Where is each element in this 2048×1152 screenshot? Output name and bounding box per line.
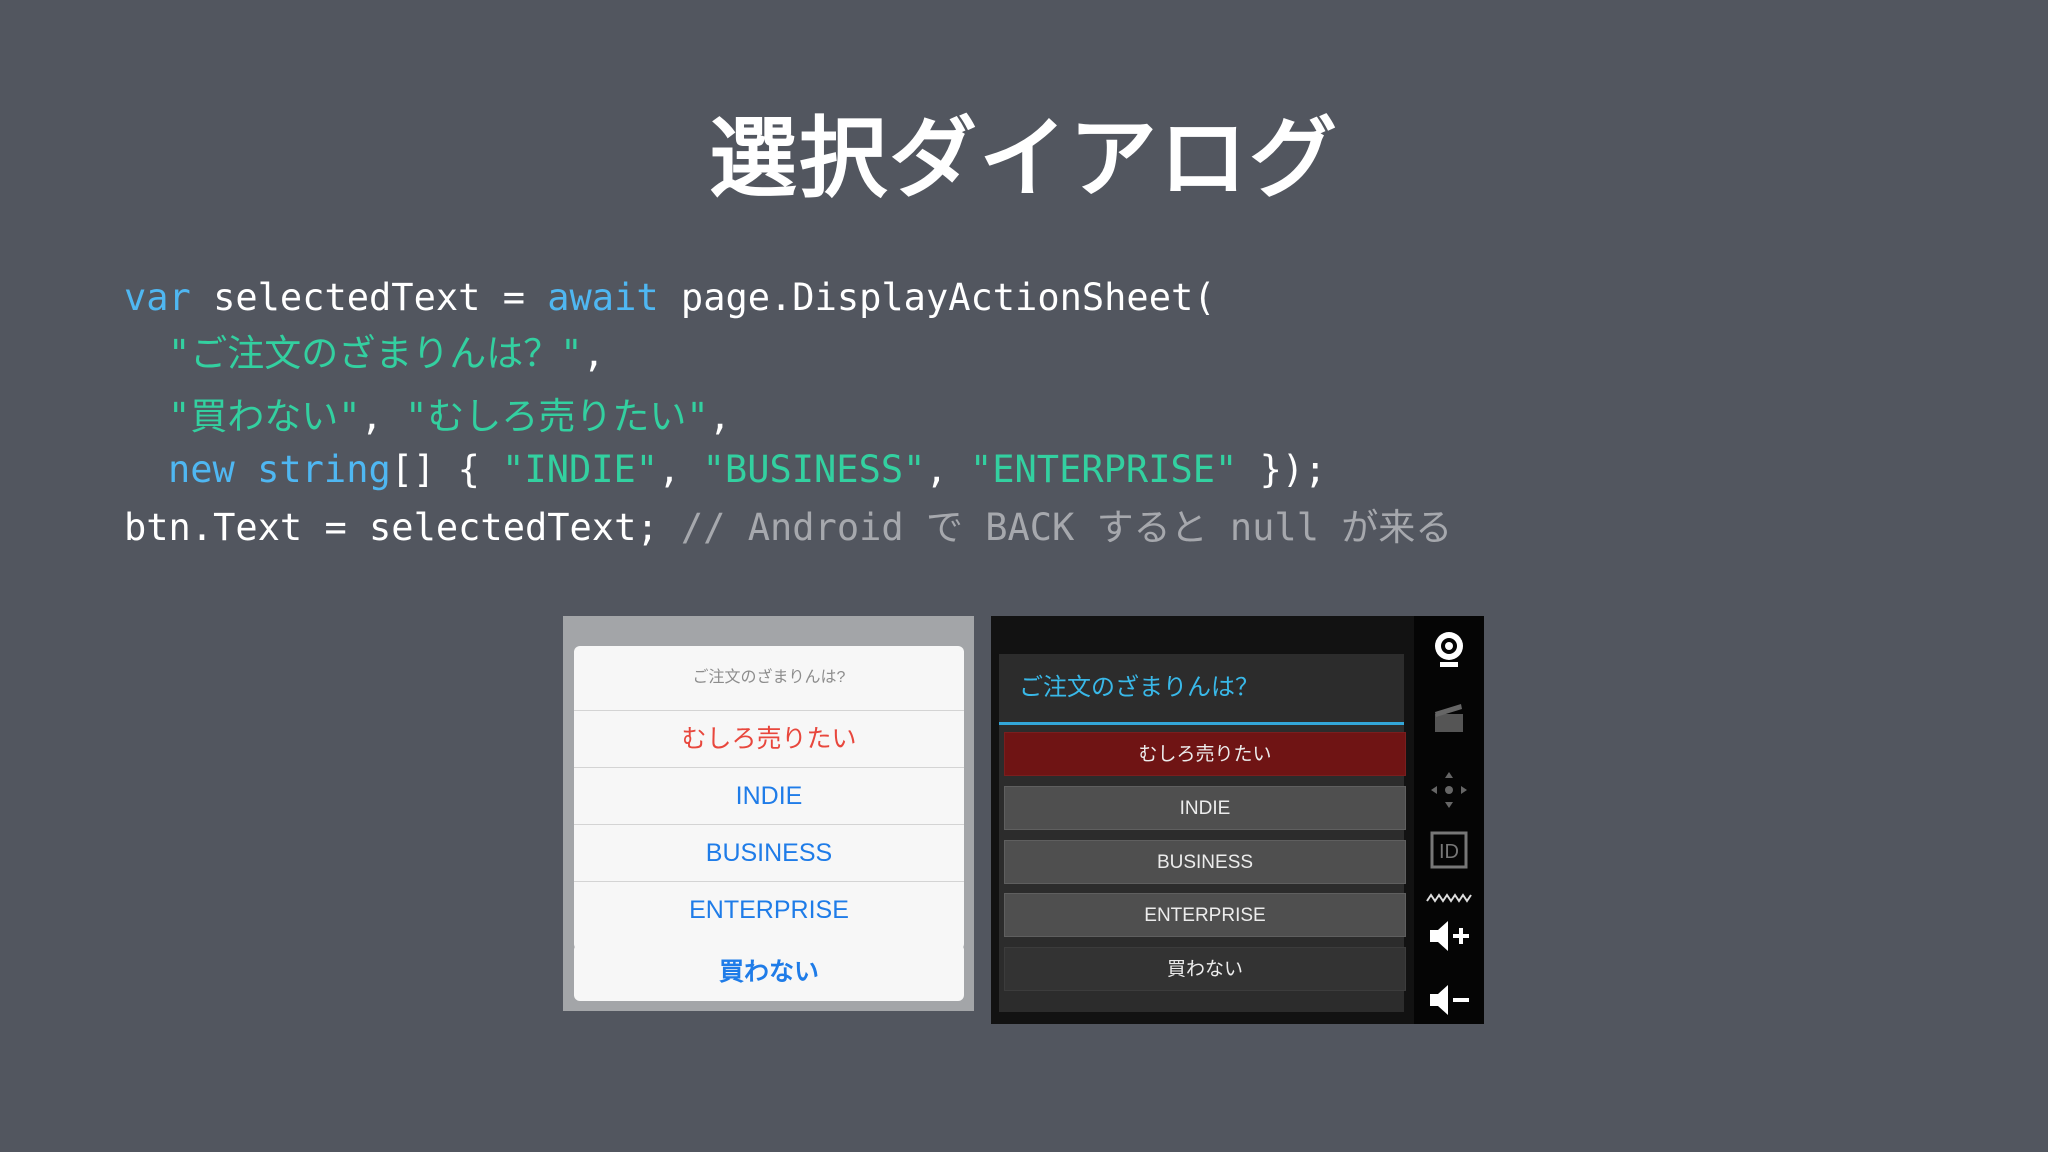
code-text: , xyxy=(658,448,703,491)
code-comment: // Android で BACK すると null が来る xyxy=(680,506,1453,549)
code-text: selectedText = xyxy=(190,276,548,319)
move-dpad-icon[interactable] xyxy=(1414,768,1484,817)
ios-action-sheet-group: ご注文のざまりんは? むしろ売りたい INDIE BUSINESS ENTERP… xyxy=(574,646,964,950)
code-line-3: "買わない", "むしろ売りたい", xyxy=(168,386,731,440)
android-option-enterprise[interactable]: ENTERPRISE xyxy=(1004,893,1406,937)
code-text: , xyxy=(360,395,406,438)
code-string: "ENTERPRISE" xyxy=(969,448,1238,491)
code-text: page.DisplayActionSheet( xyxy=(658,276,1216,319)
code-string: "買わない" xyxy=(168,395,361,438)
id-icon-label: ID xyxy=(1439,841,1459,863)
code-text: , xyxy=(925,448,970,491)
ios-sheet-title: ご注文のざまりんは? xyxy=(574,646,964,711)
android-destructive-button[interactable]: むしろ売りたい xyxy=(1004,732,1406,776)
code-string: "BUSINESS" xyxy=(702,448,926,491)
android-sheet-title: ご注文のざまりんは？ xyxy=(999,654,1404,725)
android-option-business[interactable]: BUSINESS xyxy=(1004,840,1406,884)
ios-cancel-button[interactable]: 買わない xyxy=(574,944,964,1001)
android-cancel-button[interactable]: 買わない xyxy=(1004,947,1406,991)
android-action-sheet-screenshot: ご注文のざまりんは？ むしろ売りたい INDIE BUSINESS ENTERP… xyxy=(991,616,1484,1024)
ios-option-indie[interactable]: INDIE xyxy=(574,768,964,825)
code-text: btn.Text = selectedText; xyxy=(124,506,681,549)
android-dialog: ご注文のざまりんは？ むしろ売りたい INDIE BUSINESS ENTERP… xyxy=(999,654,1406,1012)
code-string: "INDIE" xyxy=(502,448,659,491)
ios-destructive-button[interactable]: むしろ売りたい xyxy=(574,711,964,768)
code-keyword-new: new xyxy=(168,448,235,491)
clapperboard-icon[interactable] xyxy=(1414,698,1484,741)
volume-down-icon[interactable] xyxy=(1414,980,1484,1025)
code-text: , xyxy=(582,332,605,375)
code-line-5: btn.Text = selectedText; // Android で BA… xyxy=(124,497,1452,551)
code-line-1: var selectedText = await page.DisplayAct… xyxy=(124,276,1216,319)
code-keyword-var: var xyxy=(124,276,191,319)
code-line-4: new string[] { "INDIE", "BUSINESS", "ENT… xyxy=(168,448,1326,491)
ios-action-sheet-screenshot: ご注文のざまりんは? むしろ売りたい INDIE BUSINESS ENTERP… xyxy=(563,616,974,1011)
code-string: "むしろ売りたい" xyxy=(405,395,709,438)
slide-title: 選択ダイアログ xyxy=(708,107,1339,210)
code-block: var selectedText = await page.DisplayAct… xyxy=(124,276,1452,549)
volume-up-icon[interactable] xyxy=(1414,916,1484,961)
code-keyword-await: await xyxy=(547,276,659,319)
code-keyword-string: string xyxy=(257,448,391,491)
android-option-indie[interactable]: INDIE xyxy=(1004,786,1406,830)
code-line-2: "ご注文のざまりんは？", xyxy=(168,323,605,377)
code-text: }); xyxy=(1237,448,1327,491)
signal-icon xyxy=(1414,890,1484,908)
emulator-side-rail: ID xyxy=(1414,616,1484,1024)
code-string: "ご注文のざまりんは？" xyxy=(168,332,583,375)
id-icon[interactable]: ID xyxy=(1414,830,1484,875)
code-text: , xyxy=(708,395,731,438)
ios-option-enterprise[interactable]: ENTERPRISE xyxy=(574,882,964,938)
webcam-icon[interactable] xyxy=(1414,630,1484,675)
ios-option-business[interactable]: BUSINESS xyxy=(574,825,964,882)
code-text: [] { xyxy=(390,448,503,491)
